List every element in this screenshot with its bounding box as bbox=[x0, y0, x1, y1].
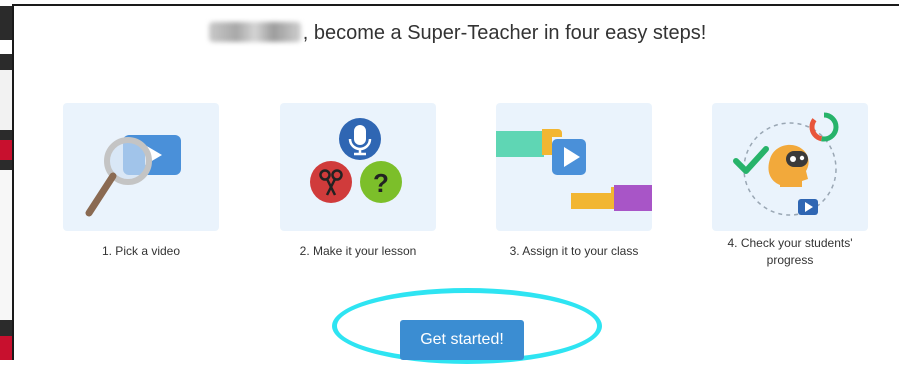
step-make-lesson: ? 2. Make it your lesson bbox=[277, 103, 439, 260]
modal-title: , become a Super-Teacher in four easy st… bbox=[14, 21, 901, 45]
step-assign-class: 3. Assign it to your class bbox=[493, 103, 655, 260]
step-4-label: 4. Check your students' progress bbox=[727, 236, 853, 267]
assign-video-icon bbox=[496, 129, 652, 211]
step-1-label: 1. Pick a video bbox=[101, 244, 181, 258]
step-check-progress: 4. Check your students' progress bbox=[709, 103, 871, 269]
svg-text:?: ? bbox=[373, 168, 389, 198]
get-started-button[interactable]: Get started! bbox=[400, 320, 524, 360]
blurred-user-name bbox=[208, 21, 301, 42]
step-2-label: 2. Make it your lesson bbox=[299, 244, 417, 258]
modal-title-text: , become a Super-Teacher in four easy st… bbox=[302, 22, 707, 44]
background-page-edge bbox=[0, 0, 12, 360]
onboarding-modal: , become a Super-Teacher in four easy st… bbox=[12, 4, 901, 364]
lesson-tools-icon: ? bbox=[310, 118, 402, 203]
magnifier-video-icon bbox=[85, 135, 181, 217]
step-4-tile bbox=[712, 103, 868, 231]
step-1-tile bbox=[63, 103, 219, 231]
step-3-label: 3. Assign it to your class bbox=[509, 244, 639, 258]
step-3-tile bbox=[496, 103, 652, 231]
cta-area: Get started! bbox=[332, 288, 612, 368]
step-2-tile: ? bbox=[280, 103, 436, 231]
step-pick-video: 1. Pick a video bbox=[60, 103, 222, 260]
student-progress-icon bbox=[733, 112, 839, 216]
